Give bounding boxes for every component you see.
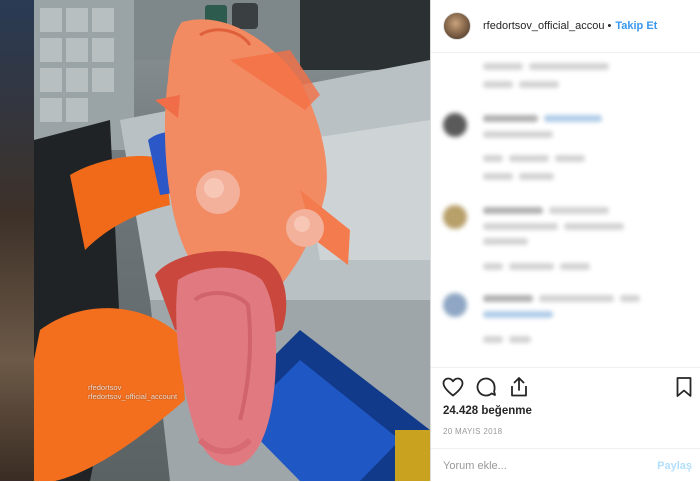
bookmark-icon[interactable] — [672, 375, 696, 399]
watermark-line: rfedortsov — [88, 383, 122, 392]
comment-avatar[interactable] — [443, 113, 467, 137]
blurred-comment-text — [483, 223, 630, 230]
post-header: rfedortsov_official_accou • Takip Et — [431, 0, 700, 53]
avatar[interactable] — [443, 12, 471, 40]
likes-count[interactable]: 24.428 beğenme — [443, 405, 532, 417]
blurred-comment-text — [483, 207, 615, 214]
comment-avatar[interactable] — [443, 205, 467, 229]
blurred-comment-text — [483, 131, 559, 138]
blurred-comment-text — [483, 155, 591, 162]
post-comment-button[interactable]: Paylaş — [657, 460, 692, 472]
follow-button[interactable]: Takip Et — [615, 20, 657, 32]
blurred-comment-text — [483, 311, 559, 318]
blurred-comment-text — [483, 263, 596, 270]
heart-icon[interactable] — [441, 375, 465, 399]
post-date[interactable]: 20 MAYIS 2018 — [443, 427, 502, 436]
action-bar — [431, 371, 700, 405]
blurred-comment-text — [483, 115, 608, 122]
separator-dot: • — [607, 20, 612, 32]
blurred-comment-text — [483, 81, 565, 88]
username-link[interactable]: rfedortsov_official_accou — [483, 20, 604, 32]
blurred-comment-text — [483, 173, 560, 180]
blurred-comment-text — [483, 336, 537, 343]
post-sidebar: rfedortsov_official_accou • Takip Et 24.… — [431, 0, 700, 481]
share-icon[interactable] — [507, 375, 531, 399]
blurred-comment-text — [483, 238, 534, 245]
comment-input[interactable] — [443, 457, 633, 475]
blurred-comment-text — [483, 63, 615, 70]
watermark-line: rfedortsov_official_account — [88, 392, 178, 401]
photo-watermark: rfedortsov rfedortsov_official_account — [88, 383, 177, 401]
actions-divider — [431, 367, 700, 368]
fish-photo-illustration — [34, 0, 430, 481]
comments-list — [431, 53, 700, 367]
blurred-comment-text — [483, 295, 646, 302]
add-comment-bar: Paylaş — [431, 448, 700, 482]
post-photo[interactable]: rfedortsov rfedortsov_official_account — [0, 0, 430, 481]
comment-avatar[interactable] — [443, 293, 467, 317]
comment-icon[interactable] — [474, 375, 498, 399]
